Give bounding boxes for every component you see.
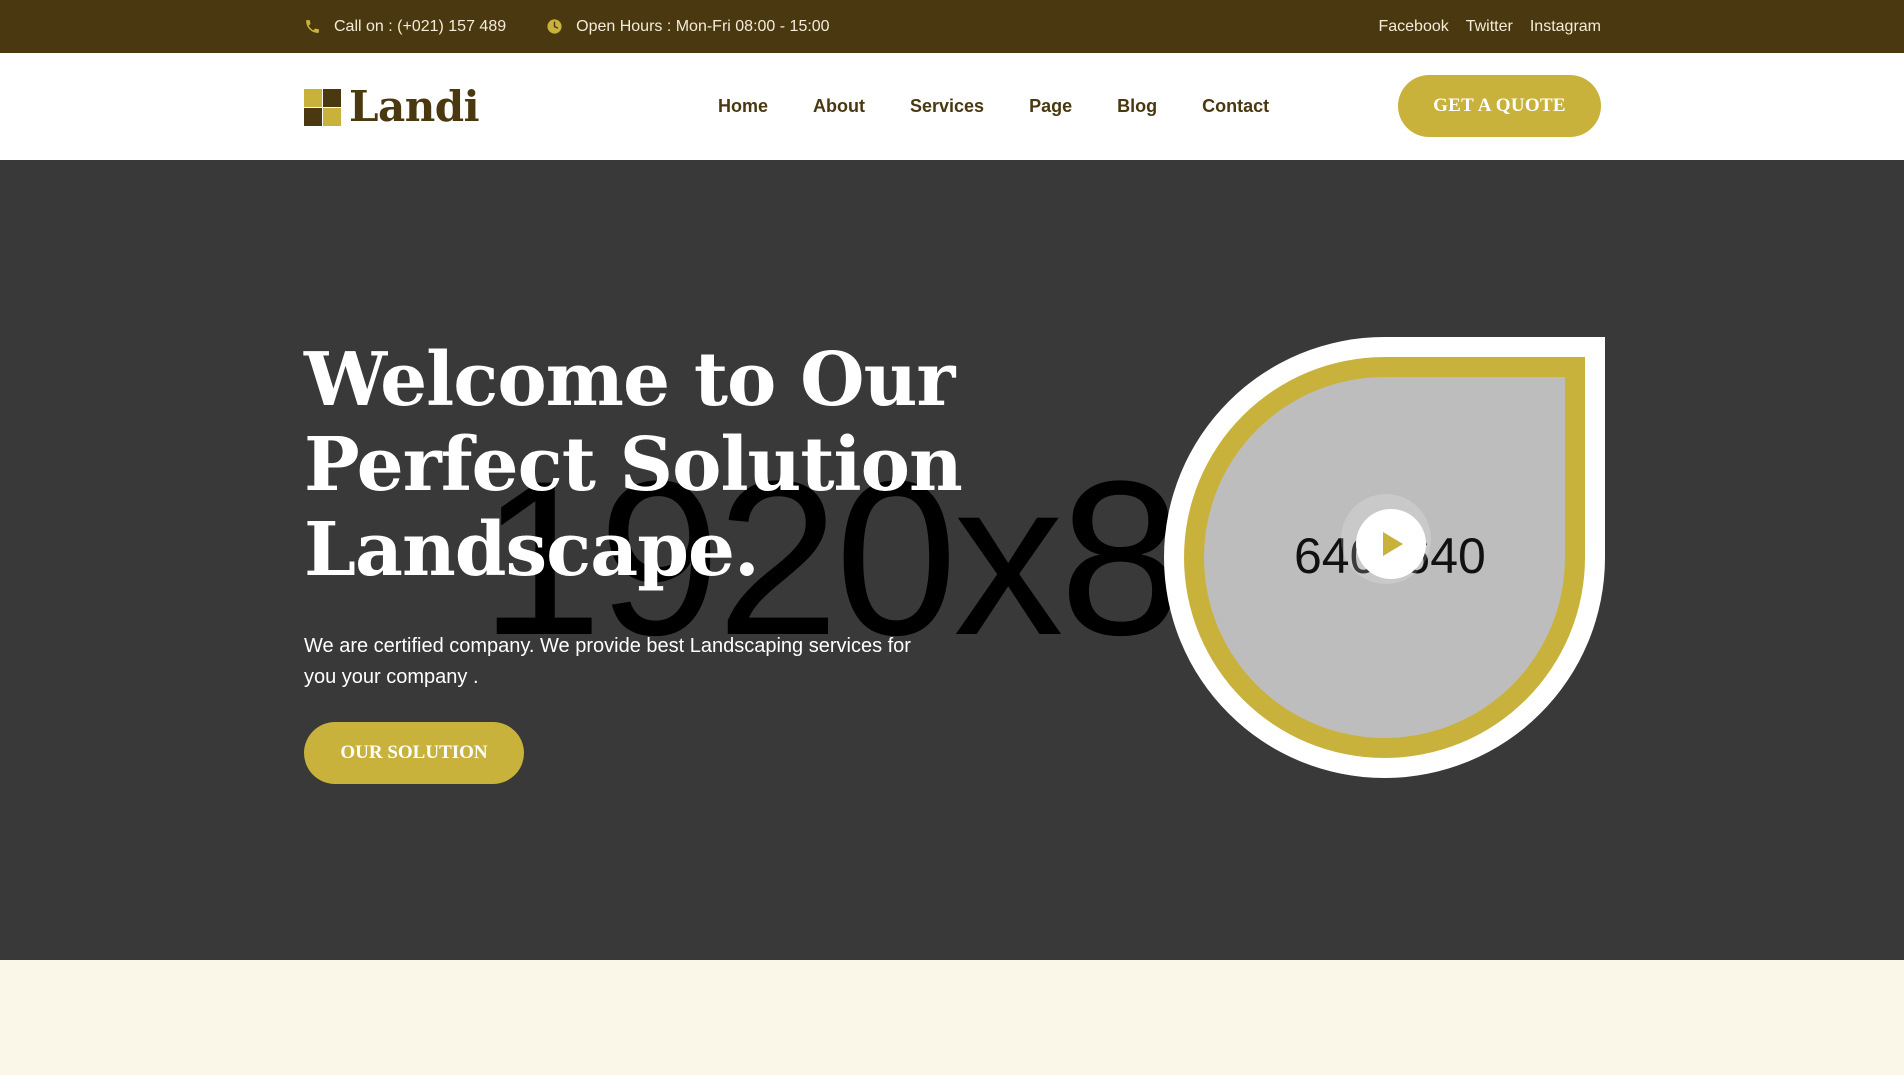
instagram-link[interactable]: Instagram <box>1530 18 1601 36</box>
play-icon <box>1383 532 1403 556</box>
top-bar: Call on : (+021) 157 489 Open Hours : Mo… <box>0 0 1904 53</box>
logo-mark-icon <box>304 88 341 126</box>
facebook-link[interactable]: Facebook <box>1378 18 1448 36</box>
logo-text: Landi <box>349 82 480 131</box>
hero-description: We are certified company. We provide bes… <box>304 635 911 688</box>
nav-services[interactable]: Services <box>910 96 984 117</box>
logo[interactable]: Landi <box>304 82 480 131</box>
hero-title-line-2: Perfect Solution <box>304 422 963 508</box>
hero-title-line-3: Landscape. <box>304 507 760 593</box>
play-video-button[interactable] <box>1356 509 1426 579</box>
hero-section: 1920x8 Welcome to Our Perfect Solution L… <box>0 160 1904 960</box>
phone-icon <box>304 18 321 35</box>
social-links: Facebook Twitter Instagram <box>1378 0 1601 53</box>
main-nav: Home About Services Page Blog Contact <box>718 53 1269 160</box>
get-quote-button[interactable]: GET A QUOTE <box>1398 75 1601 137</box>
hours-text: Open Hours : Mon-Fri 08:00 - 15:00 <box>576 17 830 35</box>
phone-text: Call on : (+021) 157 489 <box>334 17 507 35</box>
hours-info: Open Hours : Mon-Fri 08:00 - 15:00 <box>546 17 830 36</box>
top-bar-contact: Call on : (+021) 157 489 Open Hours : Mo… <box>304 0 830 53</box>
nav-about[interactable]: About <box>813 96 865 117</box>
hero-title-line-1: Welcome to Our <box>304 337 955 423</box>
phone-info: Call on : (+021) 157 489 <box>304 18 506 36</box>
nav-page[interactable]: Page <box>1029 96 1072 117</box>
nav-blog[interactable]: Blog <box>1117 96 1157 117</box>
hero-title: Welcome to Our Perfect Solution Landscap… <box>304 338 1004 593</box>
next-section <box>0 960 1904 1075</box>
site-header: Landi Home About Services Page Blog Cont… <box>0 53 1904 160</box>
clock-icon <box>546 18 563 35</box>
our-solution-button[interactable]: OUR SOLUTION <box>304 722 524 784</box>
nav-contact[interactable]: Contact <box>1202 96 1269 117</box>
nav-home[interactable]: Home <box>718 96 768 117</box>
twitter-link[interactable]: Twitter <box>1466 18 1513 36</box>
